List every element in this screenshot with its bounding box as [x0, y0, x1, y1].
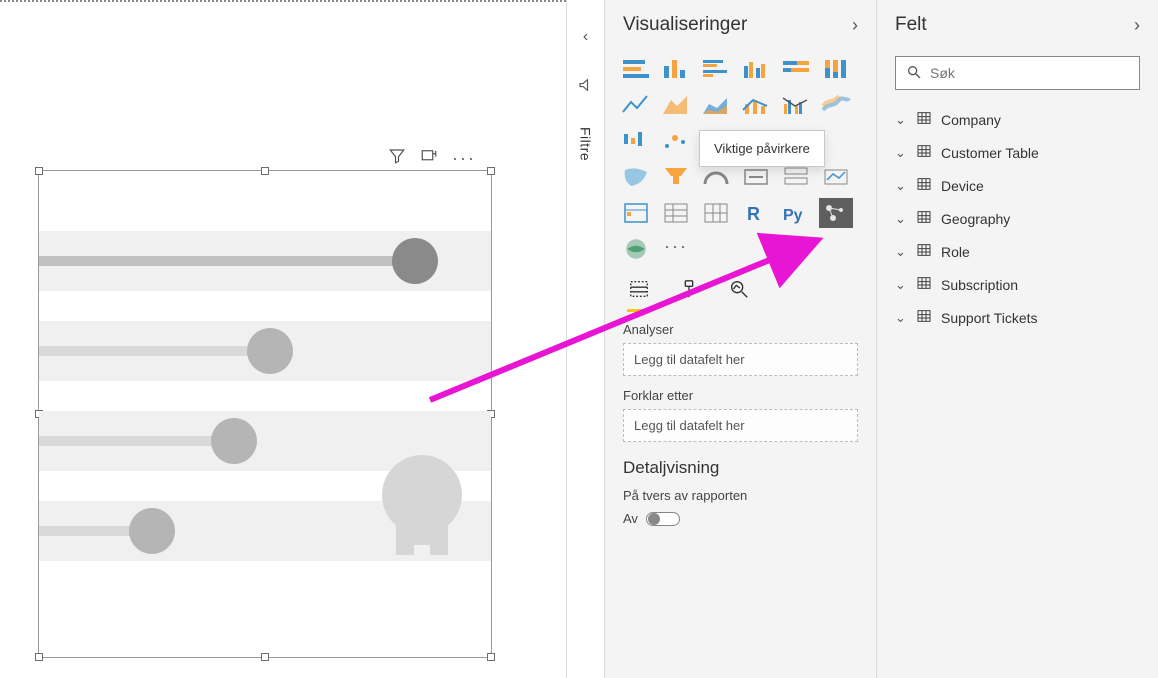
table-icon: [915, 143, 933, 162]
field-table-name: Device: [941, 178, 984, 194]
report-canvas[interactable]: ···: [0, 0, 566, 678]
explain-by-dropzone[interactable]: Legg til datafelt her: [623, 409, 858, 442]
filters-pane-collapsed[interactable]: ‹ Filtre: [566, 0, 604, 678]
table-icon[interactable]: [659, 198, 693, 228]
focus-mode-icon[interactable]: [420, 147, 438, 168]
field-table-item[interactable]: ⌄ Company: [887, 104, 1148, 135]
area-chart-icon[interactable]: [659, 90, 693, 120]
chevron-down-icon: ⌄: [895, 277, 907, 293]
table-icon: [915, 308, 933, 327]
chevron-down-icon: ⌄: [895, 310, 907, 326]
stacked-area-chart-icon[interactable]: [699, 90, 733, 120]
resize-handle[interactable]: [261, 653, 269, 661]
key-influencers-icon[interactable]: [819, 198, 853, 228]
field-table-name: Role: [941, 244, 970, 260]
stacked-bar-chart-icon[interactable]: [619, 54, 653, 84]
resize-handle[interactable]: [261, 167, 269, 175]
chevron-down-icon: ⌄: [895, 112, 907, 128]
field-table-name: Geography: [941, 211, 1010, 227]
fields-title: Felt: [895, 14, 927, 36]
key-influencers-placeholder-graphic: [39, 231, 491, 591]
matrix-icon[interactable]: [699, 198, 733, 228]
visual-placeholder[interactable]: [38, 170, 492, 658]
more-options-icon[interactable]: ···: [452, 153, 476, 163]
fields-table-list: ⌄ Company ⌄ Customer Table ⌄ Device ⌄ Geography…: [877, 100, 1158, 337]
fields-search[interactable]: [895, 56, 1140, 90]
resize-handle[interactable]: [487, 653, 495, 661]
field-table-item[interactable]: ⌄ Geography: [887, 203, 1148, 234]
resize-handle[interactable]: [35, 167, 43, 175]
stacked-column-chart-icon[interactable]: [659, 54, 693, 84]
field-table-name: Support Tickets: [941, 310, 1038, 326]
format-tab[interactable]: [677, 278, 701, 312]
resize-handle[interactable]: [487, 167, 495, 175]
cross-report-toggle[interactable]: [646, 512, 680, 526]
field-table-item[interactable]: ⌄ Support Tickets: [887, 302, 1148, 333]
fields-pane: Felt › ⌄ Company ⌄ Customer Table ⌄ Device ⌄ Ge…: [876, 0, 1158, 678]
slicer-icon[interactable]: [619, 198, 653, 228]
announce-icon: [577, 76, 595, 97]
line-stacked-column-icon[interactable]: [739, 90, 773, 120]
cross-report-label: På tvers av rapporten: [623, 488, 858, 503]
clustered-bar-chart-icon[interactable]: [699, 54, 733, 84]
field-table-name: Customer Table: [941, 145, 1039, 161]
python-visual-icon[interactable]: Py: [779, 198, 813, 228]
chevron-down-icon: ⌄: [895, 244, 907, 260]
clustered-column-chart-icon[interactable]: [739, 54, 773, 84]
table-icon: [915, 110, 933, 129]
explain-by-label: Forklar etter: [623, 388, 858, 403]
chevron-down-icon: ⌄: [895, 145, 907, 161]
filled-map-icon[interactable]: [619, 162, 653, 192]
import-custom-visual-icon[interactable]: ···: [659, 234, 693, 264]
field-table-name: Company: [941, 112, 1001, 128]
search-icon: [906, 64, 922, 83]
svg-text:R: R: [747, 204, 760, 224]
chevron-down-icon: ⌄: [895, 211, 907, 227]
fields-tab[interactable]: [627, 278, 651, 312]
field-table-item[interactable]: ⌄ Device: [887, 170, 1148, 201]
chevron-left-icon[interactable]: ‹: [583, 28, 588, 46]
r-visual-icon[interactable]: R: [739, 198, 773, 228]
table-icon: [915, 242, 933, 261]
drillthrough-title: Detaljvisning: [605, 444, 876, 484]
resize-handle[interactable]: [35, 653, 43, 661]
line-clustered-column-icon[interactable]: [779, 90, 813, 120]
viz-tooltip: Viktige påvirkere: [699, 130, 825, 167]
filter-icon[interactable]: [388, 147, 406, 168]
svg-text:Py: Py: [783, 207, 803, 224]
hundred-percent-bar-icon[interactable]: [779, 54, 813, 84]
chevron-right-icon[interactable]: ›: [1134, 15, 1140, 36]
field-table-item[interactable]: ⌄ Customer Table: [887, 137, 1148, 168]
scatter-chart-icon[interactable]: [659, 126, 693, 156]
field-table-item[interactable]: ⌄ Role: [887, 236, 1148, 267]
fields-search-input[interactable]: [930, 65, 1129, 81]
chevron-down-icon: ⌄: [895, 178, 907, 194]
ribbon-chart-icon[interactable]: [819, 90, 853, 120]
analytics-tab[interactable]: [727, 278, 751, 312]
table-icon: [915, 209, 933, 228]
field-table-item[interactable]: ⌄ Subscription: [887, 269, 1148, 300]
funnel-icon[interactable]: [659, 162, 693, 192]
hundred-percent-column-icon[interactable]: [819, 54, 853, 84]
analyze-label: Analyser: [623, 322, 858, 337]
visualizations-title: Visualiseringer: [623, 14, 747, 36]
waterfall-chart-icon[interactable]: [619, 126, 653, 156]
arcgis-map-icon[interactable]: [619, 234, 653, 264]
viz-property-tabs: [605, 272, 876, 312]
visualization-gallery: R Py ··· Viktige påvirkere: [605, 50, 876, 272]
bulb-icon: [377, 455, 467, 585]
line-chart-icon[interactable]: [619, 90, 653, 120]
table-icon: [915, 176, 933, 195]
table-icon: [915, 275, 933, 294]
analyze-dropzone[interactable]: Legg til datafelt her: [623, 343, 858, 376]
field-table-name: Subscription: [941, 277, 1018, 293]
visualizations-pane: Visualiseringer ›: [604, 0, 876, 678]
chevron-right-icon[interactable]: ›: [852, 15, 858, 36]
toggle-off-label: Av: [623, 511, 638, 526]
filters-pane-label: Filtre: [578, 127, 594, 161]
